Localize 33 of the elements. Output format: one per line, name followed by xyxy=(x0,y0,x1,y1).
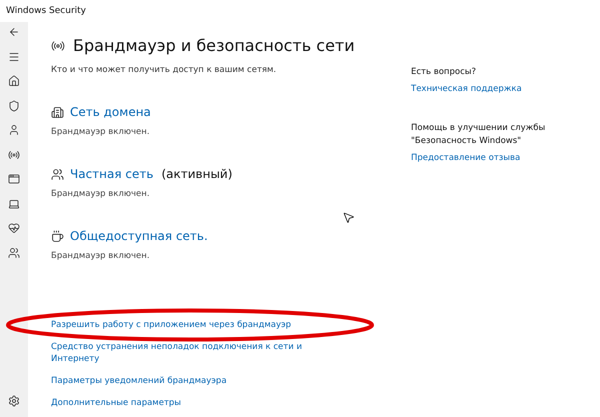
settings-link[interactable]: Средство устранения неполадок подключения к сети и Интернету xyxy=(51,341,321,365)
firewall-status: Брандмауэр включен. xyxy=(51,189,150,199)
signal-icon[interactable] xyxy=(8,148,20,160)
heart-icon[interactable] xyxy=(8,222,20,234)
building-icon xyxy=(51,106,64,118)
network-link[interactable]: Частная сеть xyxy=(70,167,154,181)
settings-icon[interactable] xyxy=(8,395,20,407)
page-subtitle: Кто и что может получить доступ к вашим сетям. xyxy=(51,65,278,75)
help-link[interactable]: Предоставление отзыва xyxy=(411,153,591,163)
help-question: Есть вопросы? xyxy=(411,66,477,79)
signal-icon xyxy=(51,38,65,52)
people-icon[interactable] xyxy=(8,246,20,258)
page-title: Брандмауэр и безопасность сети xyxy=(73,36,355,55)
menu-icon[interactable] xyxy=(8,50,20,62)
settings-link[interactable]: Дополнительные параметры xyxy=(51,397,321,409)
firewall-status: Брандмауэр включен. xyxy=(51,251,150,261)
people-icon xyxy=(51,168,64,180)
help-link[interactable]: Техническая поддержка xyxy=(411,84,591,94)
help-question: Помощь в улучшении службы "Безопасность Windows" xyxy=(411,122,546,148)
home-icon[interactable] xyxy=(8,75,20,87)
window-icon[interactable] xyxy=(8,173,20,185)
mouse-pointer-icon xyxy=(342,211,355,224)
active-label: (активный) xyxy=(161,167,232,181)
back-icon[interactable] xyxy=(8,26,20,38)
window-title: Windows Security xyxy=(5,5,87,18)
cup-icon xyxy=(51,230,64,242)
network-link[interactable]: Общедоступная сеть. xyxy=(70,229,208,243)
laptop-icon[interactable] xyxy=(8,198,20,210)
settings-link[interactable]: Параметры уведомлений брандмауэра xyxy=(51,375,321,387)
firewall-status: Брандмауэр включен. xyxy=(51,127,150,137)
person-icon[interactable] xyxy=(8,124,20,136)
network-link[interactable]: Сеть домена xyxy=(70,105,151,119)
shield-icon[interactable] xyxy=(8,100,20,112)
